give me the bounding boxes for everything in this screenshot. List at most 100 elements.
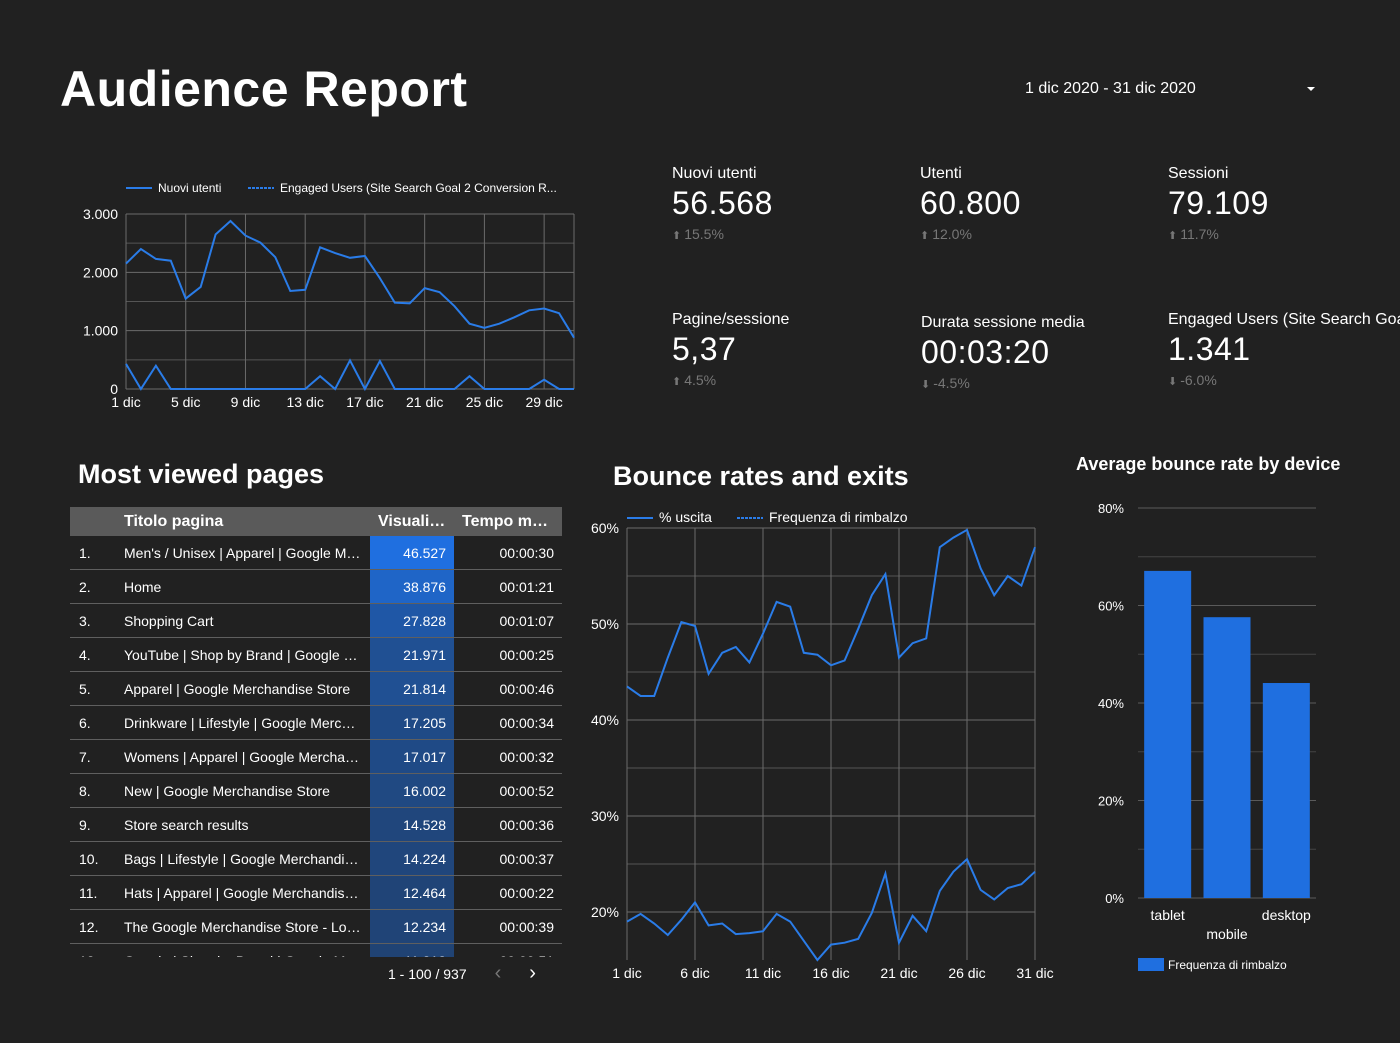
table-row[interactable]: 13.Google | Shop by Brand | Google Merch… xyxy=(70,943,562,957)
x-tick-label: tablet xyxy=(1151,907,1185,923)
table-row[interactable]: 8. New | Google Merchandise Store 16.002 00… xyxy=(70,773,562,808)
kpi-delta: ⬇ -4.5% xyxy=(921,375,1085,391)
kpi-card-sessions: Sessioni 79.109 ⬆ 11.7% xyxy=(1168,165,1269,242)
x-tick-label: 11 dic xyxy=(745,965,781,981)
x-tick-label: 6 dic xyxy=(680,965,710,981)
arrow-up-icon: ⬆ xyxy=(1168,230,1178,242)
table-row[interactable]: 10. Bags | Lifestyle | Google Merchandise… xyxy=(70,841,562,876)
chevron-left-icon[interactable]: ‹ xyxy=(495,962,502,985)
row-index: 2. xyxy=(70,569,116,604)
row-page-title: Store search results xyxy=(116,807,370,842)
row-index: 13. xyxy=(70,943,116,957)
kpi-card-avg-session-duration: Durata sessione media 00:03:20 ⬇ -4.5% xyxy=(921,314,1085,391)
date-range-picker[interactable]: 1 dic 2020 - 31 dic 2020 xyxy=(1005,70,1335,108)
kpi-value: 56.568 xyxy=(672,185,773,221)
row-page-title: Shopping Cart xyxy=(116,603,370,638)
arrow-up-icon: ⬆ xyxy=(672,230,682,242)
table-row[interactable]: 1. Men's / Unisex | Apparel | Google Merc… xyxy=(70,536,562,570)
kpi-card-users: Utenti 60.800 ⬆ 12.0% xyxy=(920,165,1021,242)
row-pageviews: 12.234 xyxy=(370,909,454,944)
kpi-delta: ⬆ 15.5% xyxy=(672,226,773,242)
row-index: 11. xyxy=(70,875,116,910)
row-avg-time: 00:00:36 xyxy=(454,807,562,842)
x-tick-label: 21 dic xyxy=(406,394,443,410)
kpi-label: Sessioni xyxy=(1168,165,1229,182)
y-tick-label: 80% xyxy=(1098,501,1124,516)
y-tick-label: 40% xyxy=(1098,696,1124,711)
bar-desktop xyxy=(1262,683,1310,898)
x-tick-label: 31 dic xyxy=(1016,965,1053,981)
device-chart-title: Average bounce rate by device xyxy=(1076,454,1341,474)
row-page-title: Bags | Lifestyle | Google Merchandise St… xyxy=(116,841,370,876)
date-range-label: 1 dic 2020 - 31 dic 2020 xyxy=(1025,80,1196,97)
y-tick-label: 1.000 xyxy=(83,323,118,339)
legend-label: Frequenza di rimbalzo xyxy=(1168,958,1287,972)
row-page-title: Home xyxy=(116,569,370,604)
row-avg-time: 00:01:21 xyxy=(454,569,562,604)
bar-mobile xyxy=(1203,617,1251,898)
kpi-delta: ⬇ -6.0% xyxy=(1168,372,1400,388)
table-row[interactable]: 6. Drinkware | Lifestyle | Google Merchan… xyxy=(70,705,562,740)
x-tick-label: 9 dic xyxy=(231,394,261,410)
table-header-row: Titolo pagina Visualizzazioni di pagina … xyxy=(70,507,562,536)
kpi-delta-value: 11.7% xyxy=(1180,226,1219,242)
kpi-delta-value: 4.5% xyxy=(684,372,717,388)
row-page-title: New | Google Merchandise Store xyxy=(116,773,370,808)
y-tick-label: 60% xyxy=(591,520,619,536)
kpi-value: 60.800 xyxy=(920,185,1021,221)
kpi-value: 1.341 xyxy=(1168,331,1251,367)
row-index: 7. xyxy=(70,739,116,774)
table-row[interactable]: 9. Store search results 14.528 00:00:36 xyxy=(70,807,562,842)
series-line xyxy=(125,358,574,392)
kpi-delta-value: 15.5% xyxy=(684,226,724,242)
kpi-delta-value: -6.0% xyxy=(1180,372,1217,388)
page-title: Audience Report xyxy=(60,61,468,117)
table-body: 1. Men's / Unisex | Apparel | Google Merc… xyxy=(70,536,562,957)
table-row[interactable]: 3. Shopping Cart 27.828 00:01:07 xyxy=(70,603,562,638)
kpi-label: Engaged Users (Site Search Goal 2 Conver… xyxy=(1168,311,1400,328)
bar-tablet xyxy=(1144,570,1192,898)
kpi-value: 79.109 xyxy=(1168,185,1269,221)
column-header-title[interactable]: Titolo pagina xyxy=(116,507,370,536)
row-pageviews: 21.971 xyxy=(370,637,454,672)
legend-label: % uscita xyxy=(659,509,712,525)
x-tick-label: 5 dic xyxy=(171,394,201,410)
y-tick-label: 20% xyxy=(591,904,619,920)
y-tick-label: 40% xyxy=(591,712,619,728)
dropdown-caret-icon[interactable] xyxy=(1307,87,1315,91)
row-pageviews: 14.528 xyxy=(370,807,454,842)
row-avg-time: 00:00:51 xyxy=(454,943,562,957)
legend-label: Engaged Users (Site Search Goal 2 Conver… xyxy=(280,181,557,195)
row-avg-time: 00:00:37 xyxy=(454,841,562,876)
y-tick-label: 0% xyxy=(1105,891,1124,906)
pagination-range: 1 - 100 / 937 xyxy=(388,965,467,982)
kpi-delta-value: -4.5% xyxy=(933,375,970,391)
row-index: 9. xyxy=(70,807,116,842)
row-avg-time: 00:00:25 xyxy=(454,637,562,672)
arrow-up-icon: ⬆ xyxy=(920,230,930,242)
row-page-title: Apparel | Google Merchandise Store xyxy=(116,671,370,706)
table-row[interactable]: 2. Home 38.876 00:01:21 xyxy=(70,569,562,604)
kpi-card-new-users: Nuovi utenti 56.568 ⬆ 15.5% xyxy=(672,165,773,242)
table-pagination: 1 - 100 / 937 ‹ › xyxy=(388,962,536,985)
table-row[interactable]: 5. Apparel | Google Merchandise Store 21.8… xyxy=(70,671,562,706)
most-viewed-pages-table: Titolo pagina Visualizzazioni di pagina … xyxy=(70,507,562,957)
table-row[interactable]: 7.Womens | Apparel | Google Merchandise … xyxy=(70,739,562,774)
kpi-value: 00:03:20 xyxy=(921,334,1050,370)
row-page-title: Men's / Unisex | Apparel | Google Mercha… xyxy=(116,536,370,570)
new-users-line-chart: 01.0002.0003.0001 dic 5 dic 9 dic 13 dic 17 … xyxy=(83,181,575,410)
column-header-index xyxy=(70,507,116,536)
arrow-up-icon: ⬆ xyxy=(672,376,682,388)
row-pageviews: 12.464 xyxy=(370,875,454,910)
table-row[interactable]: 11. Hats | Apparel | Google Merchandise S… xyxy=(70,875,562,910)
column-header-time[interactable]: Tempo medio sulla pagina xyxy=(454,507,562,536)
kpi-label: Pagine/sessione xyxy=(672,311,790,328)
table-container[interactable]: Titolo pagina Visualizzazioni di pagina … xyxy=(70,507,562,957)
chevron-right-icon[interactable]: › xyxy=(529,962,536,985)
table-row[interactable]: 12. The Google Merchandise Store - Log In… xyxy=(70,909,562,944)
table-row[interactable]: 4.YouTube | Shop by Brand | Google Merch… xyxy=(70,637,562,672)
row-avg-time: 00:00:46 xyxy=(454,671,562,706)
column-header-views[interactable]: Visualizzazioni di pagina xyxy=(370,507,454,536)
kpi-label: Durata sessione media xyxy=(921,314,1085,331)
y-tick-label: 50% xyxy=(591,616,619,632)
